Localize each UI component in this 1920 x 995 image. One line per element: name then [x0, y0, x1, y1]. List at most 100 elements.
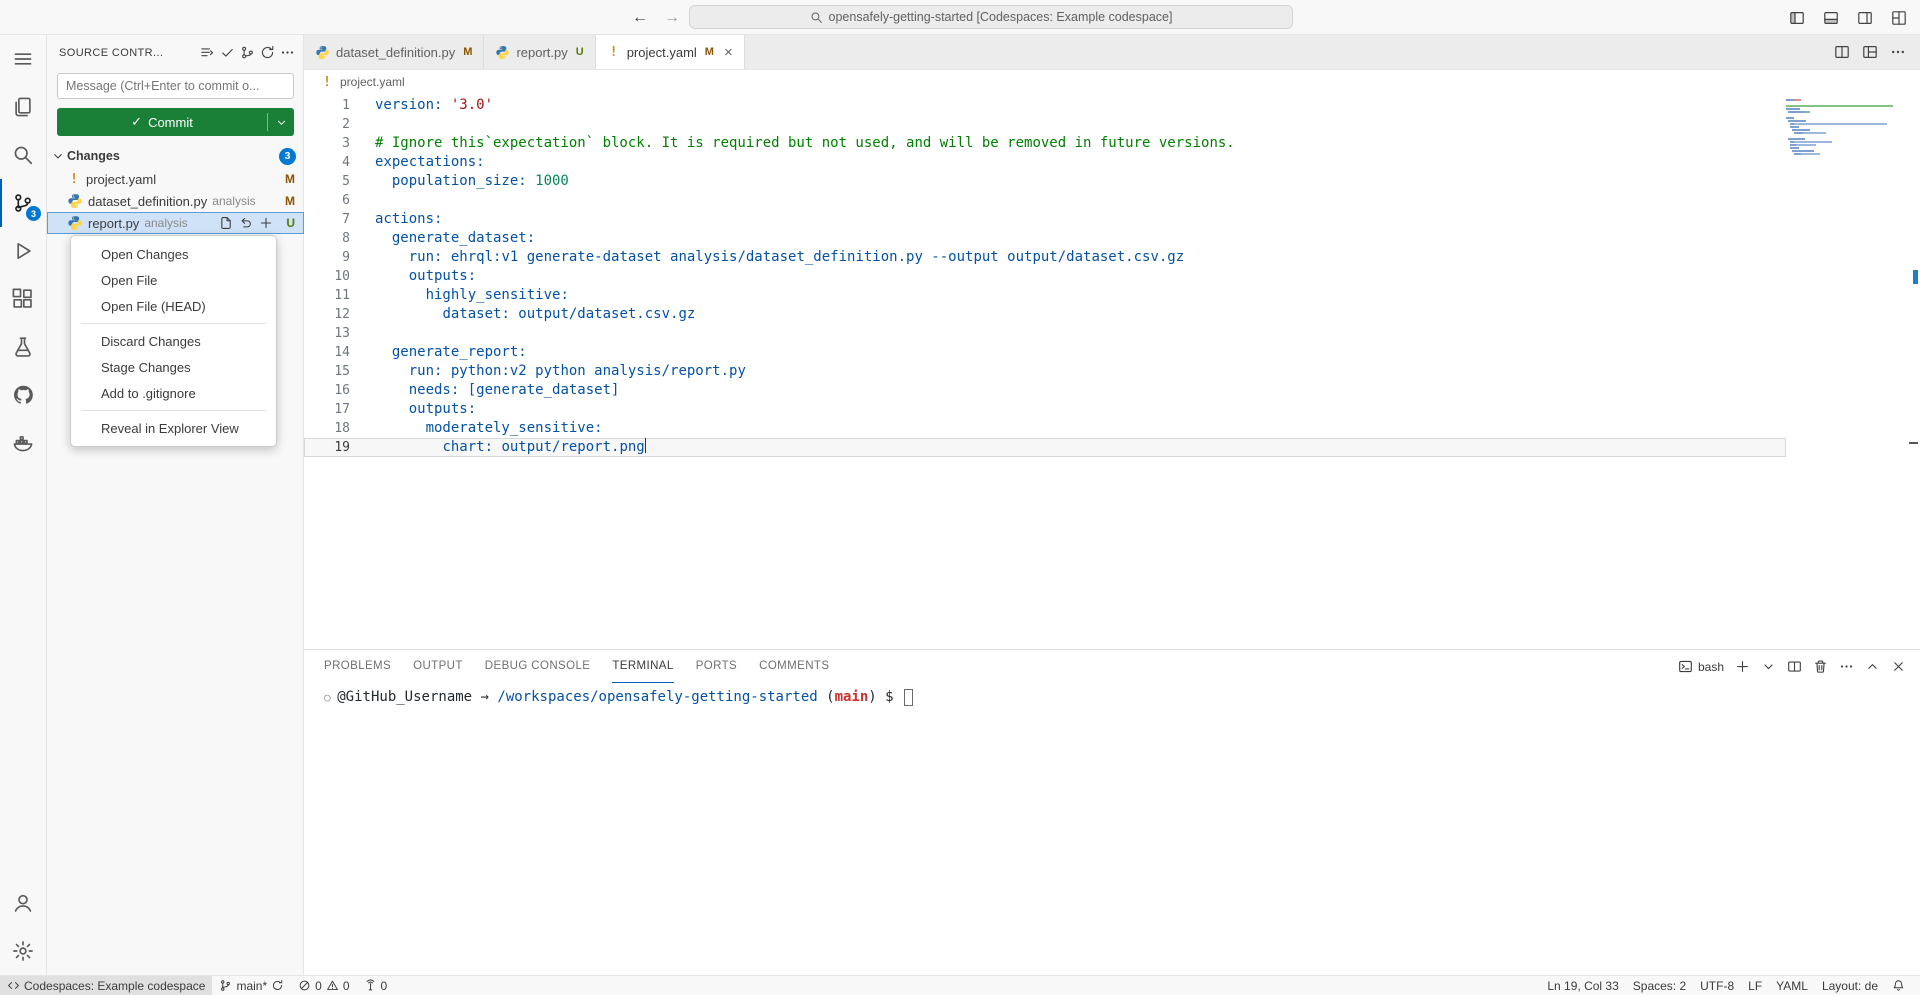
toggle-layout-sidebar-left-button[interactable] — [1786, 7, 1808, 29]
scm-file-report.py[interactable]: report.pyanalysisU — [47, 212, 304, 234]
activity-bar-item-search[interactable] — [0, 131, 46, 179]
menu-item-open-changes[interactable]: Open Changes — [71, 241, 276, 267]
tab-git-badge: M — [463, 46, 472, 58]
code-line-2: 2 — [304, 115, 1920, 134]
panel-tab-terminal[interactable]: TERMINAL — [612, 650, 673, 683]
layout-sidebar-right-icon — [1857, 10, 1873, 26]
yaml-icon: ! — [67, 172, 81, 187]
source-control-graph-button[interactable] — [240, 45, 255, 60]
shell-selector[interactable]: bash — [1678, 659, 1724, 674]
activity-bar-item-source-control[interactable]: 3 — [0, 179, 46, 227]
commit-message-input[interactable] — [57, 73, 294, 99]
panel-tab-problems[interactable]: PROBLEMS — [324, 650, 391, 683]
activity-bar: 3 — [0, 35, 47, 975]
check-icon: ✓ — [131, 114, 142, 130]
radio-tower-icon — [364, 979, 377, 992]
minimap[interactable] — [1786, 99, 1906, 156]
code-editor[interactable]: 1version: '3.0'23# Ignore this`expectati… — [304, 94, 1920, 649]
kill-terminal-button[interactable] — [1813, 659, 1828, 674]
line-number: 3 — [304, 134, 350, 153]
commit-button[interactable]: ✓ Commit — [57, 108, 294, 136]
status-keyboard-layout[interactable]: Layout: de — [1815, 976, 1885, 995]
commit-dropdown-button[interactable] — [268, 116, 294, 129]
terminal-token-paren: ( — [826, 688, 834, 707]
terminal[interactable]: ○ @GitHub_Username → /workspaces/opensaf… — [324, 688, 913, 707]
close-panel-button[interactable] — [1891, 659, 1906, 674]
code-line-11: 11 highly_sensitive: — [304, 286, 1920, 305]
terminal-token-path: /workspaces/opensafely-getting-started — [497, 688, 826, 707]
search-icon — [12, 144, 34, 166]
more-actions-button[interactable] — [280, 45, 295, 60]
panel-tab-comments[interactable]: COMMENTS — [759, 650, 829, 683]
docker-icon — [12, 432, 34, 454]
error-circle-icon — [298, 979, 311, 992]
tab-report.py[interactable]: report.pyU — [484, 35, 595, 69]
status-ports-status[interactable]: 0 — [357, 976, 395, 995]
status-eol[interactable]: LF — [1741, 976, 1769, 995]
activity-bar-item-run-debug[interactable] — [0, 227, 46, 275]
back-button[interactable]: ← — [632, 9, 648, 27]
toggle-layout-sidebar-right-button[interactable] — [1854, 7, 1876, 29]
terminal-bash-icon — [1678, 659, 1693, 674]
maximize-panel-button[interactable] — [1865, 659, 1880, 674]
python-icon — [495, 45, 510, 60]
activity-bar-item-gear[interactable] — [0, 927, 46, 975]
activity-bar-item-menu[interactable] — [0, 35, 46, 83]
breadcrumb-file: project.yaml — [340, 75, 405, 89]
panel-tab-output[interactable]: OUTPUT — [413, 650, 463, 683]
menu-item-discard-changes[interactable]: Discard Changes — [71, 328, 276, 354]
toggle-layout-grid-button[interactable] — [1888, 7, 1910, 29]
panel-tab-ports[interactable]: PORTS — [696, 650, 737, 683]
refresh-button[interactable] — [260, 45, 275, 60]
breadcrumb[interactable]: ! project.yaml — [304, 70, 1920, 94]
menu-item-stage-changes[interactable]: Stage Changes — [71, 354, 276, 380]
status-indentation[interactable]: Spaces: 2 — [1626, 976, 1693, 995]
split-terminal-button[interactable] — [1787, 659, 1802, 674]
activity-bar-item-extensions[interactable] — [0, 275, 46, 323]
menu-item-reveal-in-explorer-view[interactable]: Reveal in Explorer View — [71, 415, 276, 441]
stage-changes-button[interactable] — [259, 216, 273, 230]
terminal-token-arrow: → — [481, 688, 498, 707]
status-encoding[interactable]: UTF-8 — [1693, 976, 1741, 995]
scm-file-project.yaml[interactable]: !project.yamlM — [47, 168, 304, 190]
terminal-more-actions-button[interactable] — [1839, 659, 1854, 674]
split-editor-button[interactable] — [1834, 44, 1850, 60]
status-remote-indicator[interactable]: Codespaces: Example codespace — [0, 976, 212, 995]
discard-changes-button[interactable] — [239, 216, 253, 230]
code-line-9: 9 run: ehrql:v1 generate-dataset analysi… — [304, 248, 1920, 267]
tab-label: project.yaml — [627, 45, 697, 60]
editor-layout-button[interactable] — [1862, 44, 1878, 60]
launch-profile-button[interactable] — [1761, 659, 1776, 674]
scm-file-dataset_definition.py[interactable]: dataset_definition.pyanalysisM — [47, 190, 304, 212]
command-center-search[interactable]: opensafely-getting-started [Codespaces: … — [689, 5, 1293, 29]
panel-header: PROBLEMS OUTPUT DEBUG CONSOLE TERMINAL PORTS… — [304, 650, 1920, 683]
new-terminal-button[interactable] — [1735, 659, 1750, 674]
activity-bar-item-docker[interactable] — [0, 419, 46, 467]
status-branch-status[interactable]: main* — [212, 976, 291, 995]
view-and-sort-button[interactable] — [200, 45, 215, 60]
line-number: 1 — [304, 96, 350, 115]
status-notifications[interactable] — [1885, 976, 1912, 995]
open-file-button[interactable] — [219, 216, 233, 230]
menu-item-open-file[interactable]: Open File — [71, 267, 276, 293]
status-problems-status[interactable]: 00 — [291, 976, 356, 995]
activity-bar-item-test-beaker[interactable] — [0, 323, 46, 371]
close-tab-icon[interactable]: × — [724, 44, 733, 61]
forward-button[interactable]: → — [664, 9, 680, 27]
menu-item-open-file-head-[interactable]: Open File (HEAD) — [71, 293, 276, 319]
code-line-13: 13 — [304, 324, 1920, 343]
status-language-mode[interactable]: YAML — [1769, 976, 1815, 995]
tab-project.yaml[interactable]: !project.yamlM× — [596, 35, 745, 69]
activity-bar-item-account[interactable] — [0, 879, 46, 927]
toggle-layout-panel-button[interactable] — [1820, 7, 1842, 29]
activity-bar-item-github[interactable] — [0, 371, 46, 419]
menu-item-add-to-gitignore[interactable]: Add to .gitignore — [71, 380, 276, 406]
panel-tab-debug-console[interactable]: DEBUG CONSOLE — [485, 650, 591, 683]
activity-bar-item-explorer[interactable] — [0, 83, 46, 131]
status-text: LF — [1748, 979, 1762, 993]
status-cursor-position[interactable]: Ln 19, Col 33 — [1540, 976, 1625, 995]
changes-section-header[interactable]: Changes 3 — [47, 145, 304, 167]
commit-check-button[interactable] — [220, 45, 235, 60]
more-editor-actions-button[interactable] — [1890, 44, 1906, 60]
tab-dataset_definition.py[interactable]: dataset_definition.pyM — [304, 35, 484, 69]
